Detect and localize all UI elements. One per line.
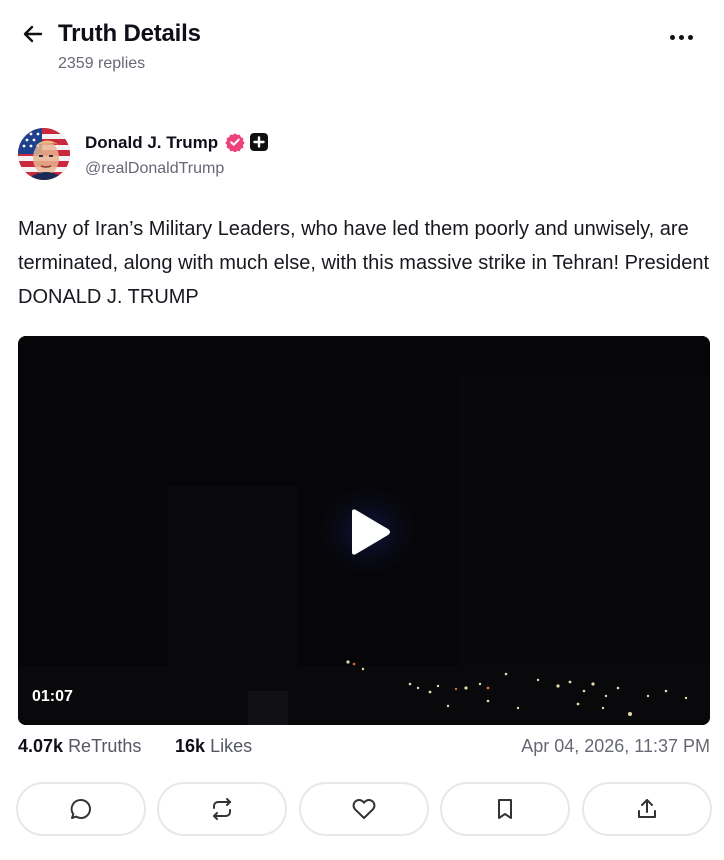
replies-count: 2359 replies (58, 55, 146, 72)
likes-stat[interactable]: 16k Likes (175, 736, 252, 757)
more-dots-icon (669, 34, 675, 40)
avatar[interactable] (18, 128, 70, 180)
likes-count: 16k (175, 736, 206, 756)
verified-badge-icon (225, 133, 245, 152)
heart-icon (352, 799, 376, 819)
retruth-button[interactable] (157, 782, 287, 836)
share-icon (638, 799, 656, 818)
retruths-count: 4.07k (18, 736, 64, 756)
author-handle[interactable]: @realDonaldTrump (85, 160, 224, 178)
bookmark-icon (498, 799, 512, 819)
retruths-label: ReTruths (68, 736, 142, 756)
premium-plus-icon (250, 133, 268, 151)
back-button[interactable] (18, 20, 48, 48)
video-player[interactable]: 01:07 (18, 336, 710, 725)
arrow-left-icon (23, 25, 43, 43)
likes-label: Likes (210, 736, 253, 756)
retruth-icon (213, 798, 231, 820)
play-icon[interactable] (348, 508, 392, 556)
page-title: Truth Details (58, 20, 201, 47)
post-author: Donald J. Trump @realDonaldTrump (18, 128, 708, 182)
post-timestamp: Apr 04, 2026, 11:37 PM (521, 736, 710, 756)
like-button[interactable] (299, 782, 429, 836)
reply-button[interactable] (16, 782, 146, 836)
post-stats: 4.07k ReTruths 16k Likes Apr 04, 2026, 1… (18, 736, 710, 762)
retruths-stat[interactable]: 4.07k ReTruths (18, 736, 141, 757)
more-options-button[interactable] (664, 24, 698, 50)
post-text: Many of Iran’s Military Leaders, who hav… (18, 218, 710, 308)
page-header: Truth Details 2359 replies (0, 0, 724, 90)
post-actions (16, 782, 712, 836)
share-button[interactable] (582, 782, 712, 836)
video-duration: 01:07 (32, 688, 73, 705)
reply-icon (70, 798, 91, 819)
bookmark-button[interactable] (440, 782, 570, 836)
author-name[interactable]: Donald J. Trump (85, 133, 218, 153)
